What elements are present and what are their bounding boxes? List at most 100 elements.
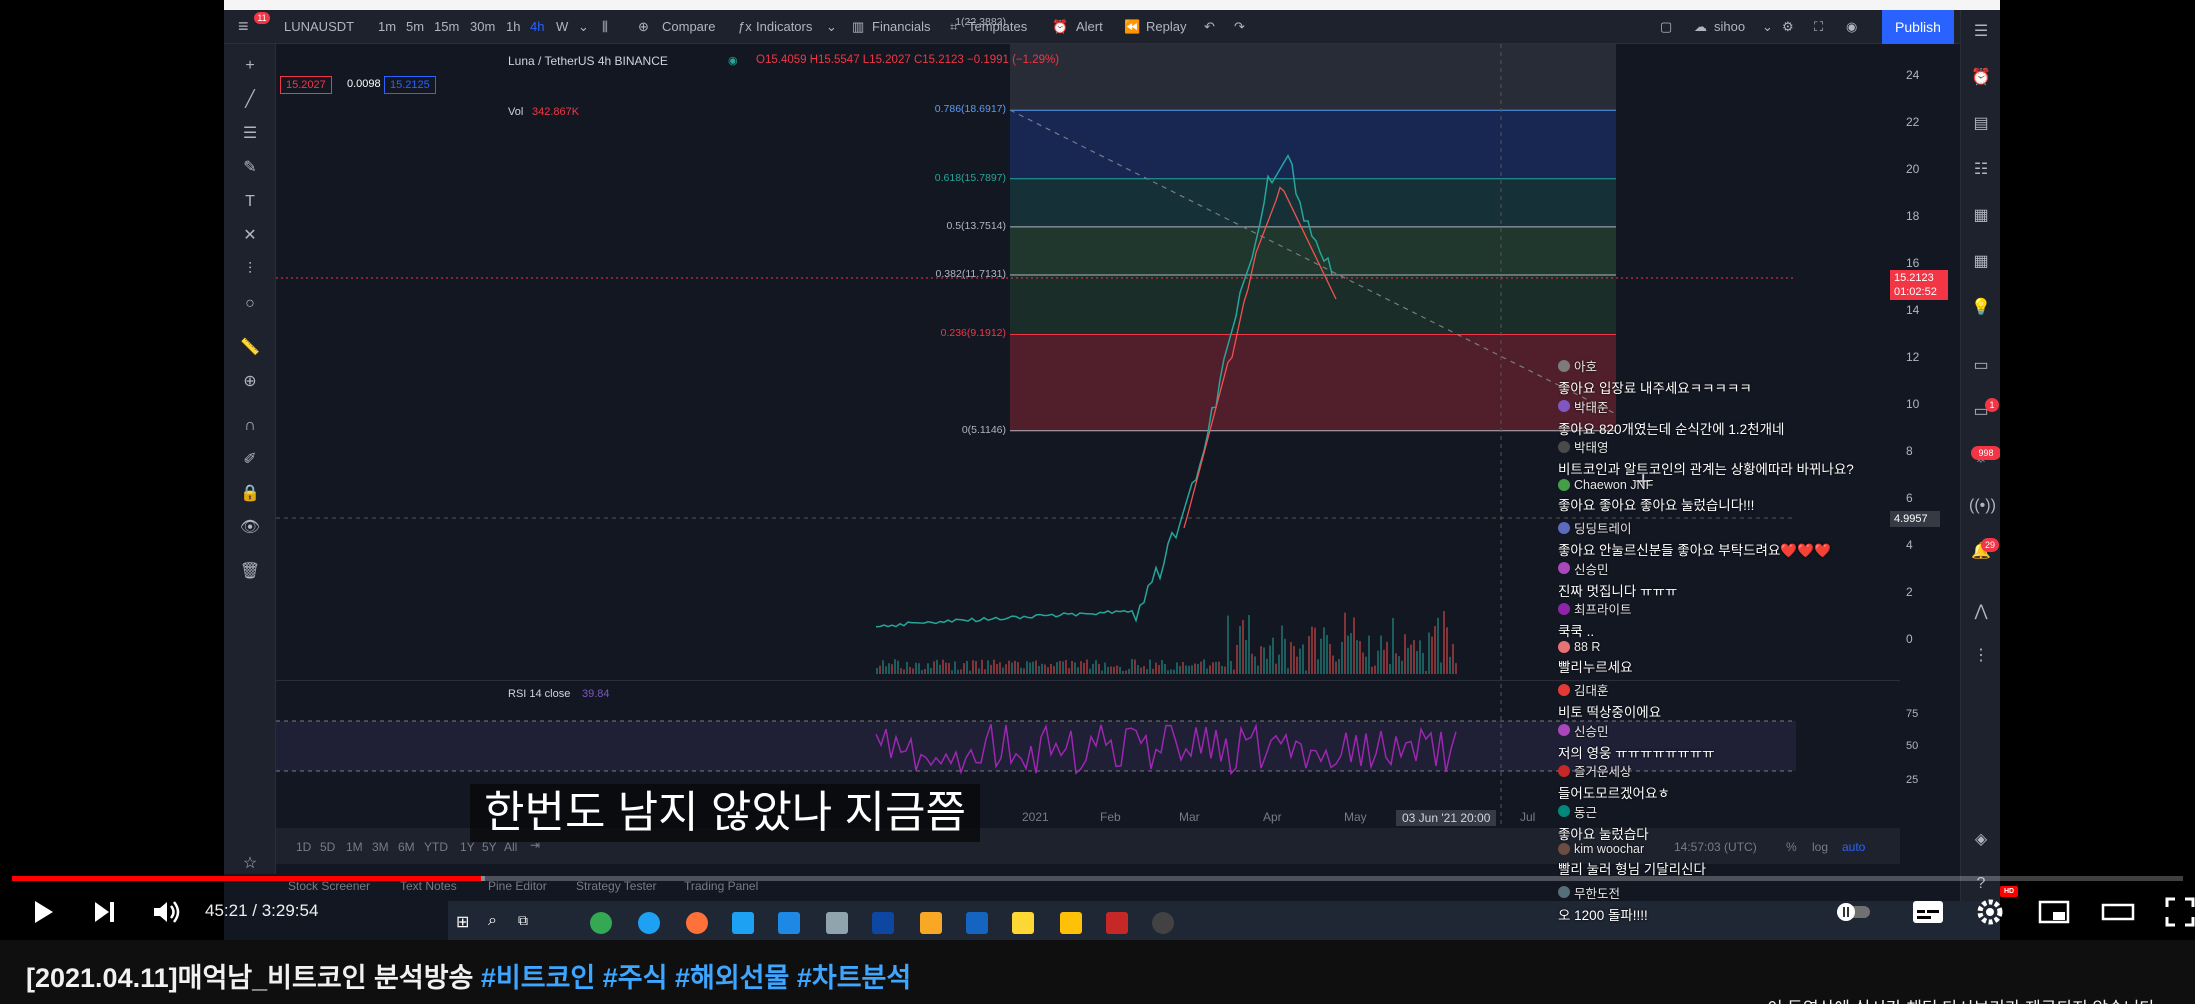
avatar [1558,478,1570,491]
zoom-in-icon[interactable]: ⊕ [238,370,262,394]
interval-1h[interactable]: 1h [506,19,520,34]
stay-drawing-icon[interactable]: ✐ [238,448,262,472]
favorite-star-icon[interactable]: ☆ [238,852,262,876]
progress-bar[interactable] [12,876,2183,881]
volume-bar [1317,659,1319,674]
chat-message: 박태영 비트코인과 알트코인의 관계는 상황에따라 바뀌나요? [1558,437,1978,478]
range-5d[interactable]: 5D [320,840,335,854]
range-all[interactable]: All [504,840,517,854]
range-3m[interactable]: 3M [372,840,389,854]
shapes-icon[interactable]: ○ [238,292,262,316]
volume-bar [948,662,950,674]
parallel-lines-icon[interactable]: ☰ [238,122,262,146]
trend-line-icon[interactable]: ╱ [238,88,262,112]
fullscreen-icon[interactable] [2158,890,2195,934]
camera-icon[interactable]: ◉ [1846,19,1857,35]
function-icon[interactable]: ƒx [738,19,752,34]
lock-icon[interactable]: 🔒 [238,482,262,506]
crosshair-icon[interactable]: + [238,54,262,78]
calendar-grid-icon[interactable]: ▦ [1969,250,1993,274]
range-ytd[interactable]: YTD [424,840,448,854]
chat-text: 들어도모르겠어요ㅎ [1558,786,1670,801]
volume-bar [1230,661,1232,674]
publish-button[interactable]: Publish [1882,10,1954,44]
fib-zone [1010,178,1616,227]
interval-30m[interactable]: 30m [470,19,495,34]
eye-icon[interactable]: 👁 [238,516,262,540]
chevron-down-icon[interactable]: ⌄ [826,19,837,35]
interval-1m[interactable]: 1m [378,19,396,34]
volume-bar [1416,650,1418,674]
interval-4h[interactable]: 4h [530,19,544,34]
volume-icon[interactable] [144,890,188,934]
chat-replay-notice: 이 동영상에 실시간 채팅 다시보기가 제공되지 않습니다 [1767,994,2155,1004]
volume-bar [1311,626,1313,674]
chevron-down-icon[interactable]: ⌄ [578,19,589,35]
volume-bar [1431,636,1433,674]
forecast-icon[interactable]: ⫶ [238,258,262,282]
autoplay-toggle[interactable] [1832,890,1876,934]
pattern-icon[interactable]: ✕ [238,224,262,248]
symbol-search[interactable]: LUNAUSDT [284,19,354,34]
text-icon[interactable]: T [238,190,262,214]
plus-icon[interactable]: ⊕ [638,19,649,35]
sell-button[interactable]: 15.2027 [280,76,332,94]
video-player[interactable]: ≡ 11 LUNAUSDT 1m 5m 15m 30m 1h 4h W ⌄ ⫼ … [0,0,2195,940]
theater-mode-icon[interactable] [2096,890,2140,934]
current-price: 15.2123 [1894,272,1934,284]
indicators-button[interactable]: Indicators [756,19,812,34]
range-6m[interactable]: 6M [398,840,415,854]
range-1m[interactable]: 1M [346,840,363,854]
chat-message: 최프라이트 쿡쿡 .. [1558,599,1978,640]
watchlist-icon[interactable]: ☰ [1969,20,1993,44]
brush-icon[interactable]: ✎ [238,156,262,180]
volume-bar [1080,661,1082,674]
volume-bar [1452,643,1454,674]
layout-name[interactable]: sihoo [1714,19,1745,34]
data-window-icon[interactable]: ▤ [1969,112,1993,136]
range-1d[interactable]: 1D [296,840,311,854]
undo-icon[interactable]: ↶ [1204,19,1215,35]
buy-button[interactable]: 15.2125 [384,76,436,94]
play-icon[interactable] [20,890,64,934]
replay-button[interactable]: Replay [1146,19,1186,34]
chat-author: 박태영 [1558,437,1978,456]
candles-icon[interactable]: ⫼ [602,19,608,35]
miniplayer-icon[interactable] [2032,890,2076,934]
chat-author: kim woochar [1558,842,1978,856]
ruler-icon[interactable]: 📏 [238,336,262,360]
layout-icon[interactable]: ▢ [1660,19,1672,35]
hashtag-links[interactable]: #비트코인 #주식 #해외선물 #차트분석 [481,963,911,993]
magnet-icon[interactable]: ∩ [238,414,262,438]
menu-icon[interactable]: ≡ [238,16,249,37]
volume-bar [1014,660,1016,674]
volume-bar [1170,669,1172,674]
compare-button[interactable]: Compare [662,19,715,34]
player-controls: 45:21 / 3:29:54 HD [0,886,2195,934]
volume-bar [1140,667,1142,674]
gear-icon[interactable]: ⚙ [1782,19,1794,35]
volume-bar [1116,665,1118,674]
alert-button[interactable]: Alert [1076,19,1103,34]
next-icon[interactable] [82,890,126,934]
interval-w[interactable]: W [556,19,568,34]
volume-bar [1050,663,1052,674]
interval-15m[interactable]: 15m [434,19,459,34]
fullscreen-icon[interactable]: ⛶ [1814,19,1823,35]
hotlist-icon[interactable]: ☷ [1969,158,1993,182]
ideas-icon[interactable]: 💡 [1969,296,1993,320]
trash-icon[interactable]: 🗑 [238,560,262,584]
interval-5m[interactable]: 5m [406,19,424,34]
subtitles-icon[interactable] [1906,890,1950,934]
volume-bar [1254,656,1256,674]
redo-icon[interactable]: ↷ [1234,19,1245,35]
range-5y[interactable]: 5Y [482,840,497,854]
alerts-icon[interactable]: ⏰ [1969,66,1993,90]
chat-replay-overlay: 아호 좋아요 입장료 내주세요ㅋㅋㅋㅋㅋ 박태준 좋아요 820개였는데 순식간에 1… [1558,356,1978,923]
financials-button[interactable]: Financials [872,19,931,34]
range-1y[interactable]: 1Y [460,840,475,854]
calendar-icon[interactable]: ▦ [1969,204,1993,228]
volume-bar [1098,663,1100,674]
chevron-down-icon[interactable]: ⌄ [1762,19,1773,35]
volume-bar [1056,662,1058,674]
